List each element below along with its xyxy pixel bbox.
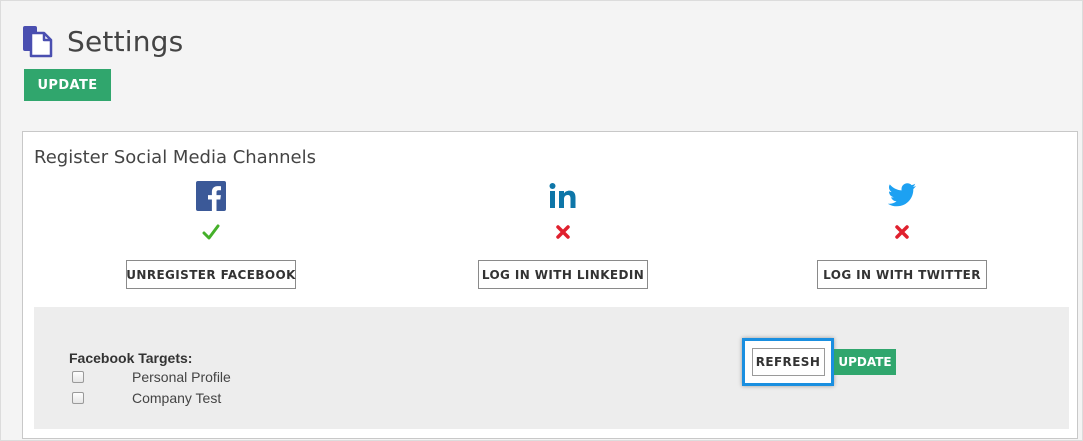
channel-facebook: UNREGISTER FACEBOOK — [101, 180, 321, 289]
settings-document-icon — [21, 24, 55, 58]
refresh-button[interactable]: REFRESH — [751, 348, 825, 376]
cross-icon — [555, 222, 571, 242]
settings-page: Settings UPDATE Register Social Media Ch… — [0, 0, 1083, 441]
panel-title: Register Social Media Channels — [34, 147, 316, 168]
targets-update-button[interactable]: UPDATE — [834, 349, 896, 375]
unregister-facebook-button[interactable]: UNREGISTER FACEBOOK — [126, 260, 296, 289]
target-label-company-test: Company Test — [132, 390, 222, 406]
twitter-icon — [887, 180, 917, 212]
channel-twitter: LOG IN WITH TWITTER — [792, 180, 1012, 289]
facebook-icon — [196, 180, 226, 212]
channel-linkedin: LOG IN WITH LINKEDIN — [453, 180, 673, 289]
page-title: Settings — [67, 24, 184, 58]
login-twitter-button[interactable]: LOG IN WITH TWITTER — [817, 260, 987, 289]
company-test-checkbox[interactable] — [72, 392, 84, 404]
facebook-targets-section: Facebook Targets: Personal Profile Compa… — [34, 307, 1069, 429]
target-row-personal-profile — [72, 367, 84, 387]
target-row-company-test — [72, 388, 84, 408]
targets-label: Facebook Targets: — [69, 350, 193, 366]
check-icon — [202, 222, 220, 242]
personal-profile-checkbox[interactable] — [72, 371, 84, 383]
target-label-personal-profile: Personal Profile — [132, 369, 231, 385]
update-button[interactable]: UPDATE — [24, 69, 111, 101]
social-channels-panel: Register Social Media Channels UNREGISTE… — [22, 131, 1078, 439]
login-linkedin-button[interactable]: LOG IN WITH LINKEDIN — [478, 260, 648, 289]
linkedin-icon — [548, 180, 578, 212]
page-header: Settings — [21, 23, 183, 59]
refresh-highlight: REFRESH — [742, 338, 834, 386]
cross-icon — [894, 222, 910, 242]
